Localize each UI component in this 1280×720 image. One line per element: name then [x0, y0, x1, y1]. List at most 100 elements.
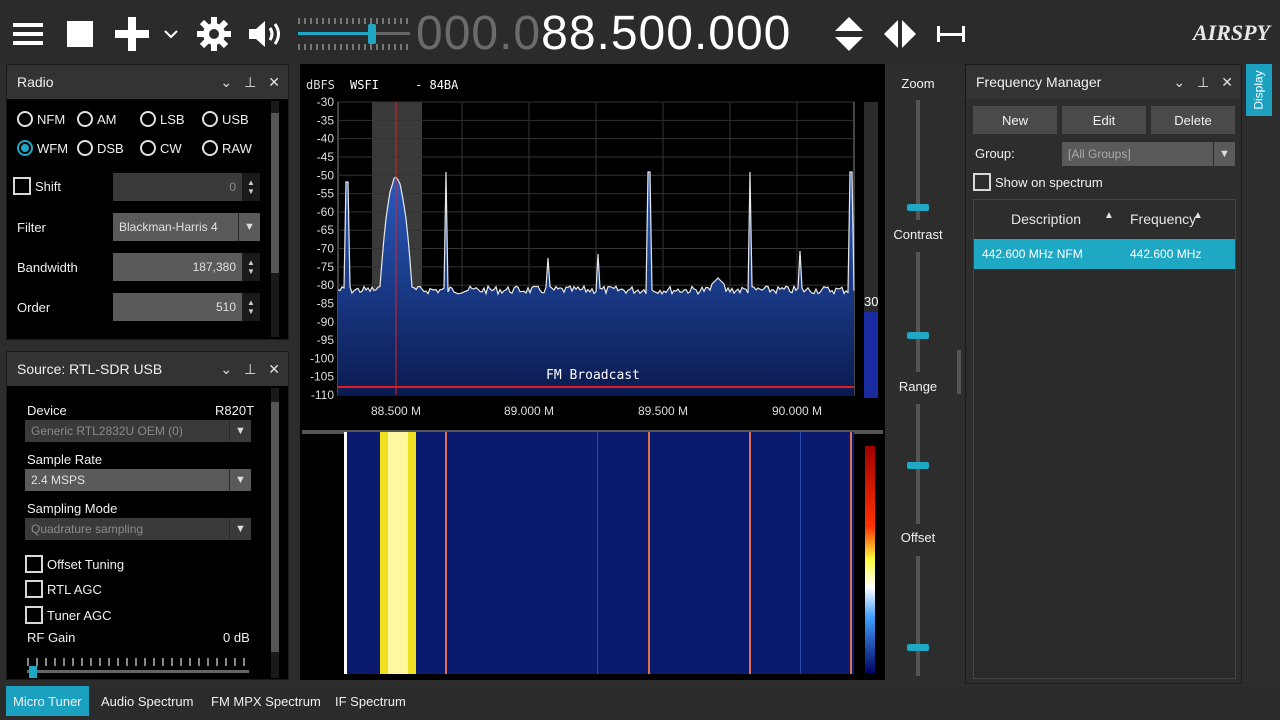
col-description[interactable]: Description — [1011, 211, 1081, 227]
pin-icon[interactable]: ⊥ — [244, 74, 256, 91]
chevron-down-icon[interactable]: ▼ — [238, 213, 260, 241]
chevron-down-icon[interactable]: ▼ — [229, 469, 251, 491]
radio-circle[interactable] — [140, 111, 156, 127]
mode-raw-radio[interactable]: RAW — [202, 140, 252, 156]
tuner-agc-box[interactable] — [25, 606, 43, 624]
radio-circle[interactable] — [140, 140, 156, 156]
offset-slider[interactable] — [905, 556, 931, 676]
sort-asc-icon[interactable]: ▲ — [1193, 210, 1203, 221]
chevron-down-icon[interactable]: ⌄ — [220, 74, 232, 91]
close-icon[interactable]: ✕ — [1221, 74, 1233, 91]
col-frequency[interactable]: Frequency — [1130, 211, 1196, 227]
order-input[interactable]: 510 ▲ ▼ — [113, 293, 260, 321]
level-readout: 30 — [864, 294, 879, 309]
mode-dsb-radio[interactable]: DSB — [77, 140, 124, 156]
radio-circle[interactable] — [17, 111, 33, 127]
rtl-agc-checkbox[interactable]: RTL AGC — [25, 580, 102, 598]
sample-rate-select[interactable]: 2.4 MSPS ▼ — [25, 469, 251, 491]
tuning-step-updown-icon[interactable] — [832, 12, 866, 56]
source-scrollbar[interactable] — [271, 388, 279, 678]
waterfall-plot[interactable] — [300, 432, 885, 678]
mode-nfm-radio[interactable]: NFM — [17, 111, 65, 127]
close-icon[interactable]: ✕ — [268, 361, 280, 378]
tab-audio-spectrum[interactable]: Audio Spectrum — [94, 686, 201, 716]
mode-usb-radio[interactable]: USB — [202, 111, 249, 127]
add-icon[interactable] — [114, 12, 150, 56]
zoom-slider[interactable] — [905, 100, 931, 220]
volume-slider[interactable] — [298, 18, 410, 50]
bandwidth-input[interactable]: 187,380 ▲ ▼ — [113, 253, 260, 281]
radio-circle[interactable] — [17, 140, 33, 156]
y-tick-label: -50 — [317, 168, 335, 182]
rtl-agc-box[interactable] — [25, 580, 43, 598]
filter-select[interactable]: Blackman-Harris 4 ▼ — [113, 213, 260, 241]
spectrum-display[interactable]: dBFS WSFI - 84BA -30 -35 -40 -45 -50 -55 -60 -6… — [300, 64, 885, 680]
table-row[interactable]: 442.600 MHz NFM 442.600 MHz — [974, 239, 1235, 269]
mode-lsb-radio[interactable]: LSB — [140, 111, 185, 127]
mode-cw-radio[interactable]: CW — [140, 140, 182, 156]
device-value: Generic RTL2832U OEM (0) — [31, 424, 183, 438]
tab-if-spectrum[interactable]: IF Spectrum — [328, 686, 413, 716]
bandwidth-spinner[interactable]: ▲ ▼ — [242, 253, 260, 281]
table-header: Description ▲ Frequency ▲ — [974, 200, 1235, 238]
new-button[interactable]: New — [973, 106, 1057, 134]
radio-circle[interactable] — [202, 111, 218, 127]
mode-wfm-radio[interactable]: WFM — [17, 140, 68, 156]
close-icon[interactable]: ✕ — [268, 74, 280, 91]
speaker-icon[interactable] — [246, 12, 286, 56]
chevron-down-icon[interactable]: ⌄ — [220, 361, 232, 378]
chevron-down-icon[interactable] — [162, 12, 180, 56]
shift-checkbox[interactable]: Shift — [13, 177, 61, 195]
sampling-mode-select[interactable]: Quadrature sampling ▼ — [25, 518, 251, 540]
rtl-agc-label: RTL AGC — [47, 581, 102, 597]
group-label: Group: — [975, 146, 1015, 161]
edit-button[interactable]: Edit — [1062, 106, 1146, 134]
delete-button[interactable]: Delete — [1151, 106, 1235, 134]
show-on-spectrum-checkbox[interactable]: Show on spectrum — [973, 173, 1103, 191]
shift-spinner[interactable]: ▲ ▼ — [242, 173, 260, 201]
radio-scrollbar[interactable] — [271, 101, 279, 337]
order-spinner[interactable]: ▲ ▼ — [242, 293, 260, 321]
offset-tuning-box[interactable] — [25, 555, 43, 573]
rf-gain-slider[interactable] — [27, 654, 249, 678]
device-select[interactable]: Generic RTL2832U OEM (0) ▼ — [25, 420, 251, 442]
snap-span-icon[interactable] — [934, 12, 968, 56]
frequency-display[interactable]: 000.088.500.000 — [416, 6, 791, 62]
stop-icon[interactable] — [66, 12, 94, 56]
waterfall-color-scale — [865, 446, 875, 674]
y-tick-label: -75 — [317, 260, 335, 274]
center-leftright-icon[interactable] — [880, 12, 920, 56]
device-label: Device — [27, 403, 67, 418]
offset-tuning-checkbox[interactable]: Offset Tuning — [25, 555, 124, 573]
carrier-trace — [850, 432, 852, 674]
radio-circle[interactable] — [202, 140, 218, 156]
chevron-down-icon[interactable]: ▼ — [229, 518, 251, 540]
group-select[interactable]: [All Groups] ▼ — [1062, 142, 1235, 166]
menu-icon[interactable] — [12, 12, 44, 56]
chevron-down-icon[interactable]: ▼ — [1213, 142, 1235, 166]
pin-icon[interactable]: ⊥ — [244, 361, 256, 378]
display-side-tab[interactable]: Display — [1246, 64, 1272, 116]
chevron-down-icon[interactable]: ▼ — [229, 420, 251, 442]
shift-input[interactable]: 0 ▲ ▼ — [113, 173, 260, 201]
y-tick-label: -55 — [317, 187, 335, 201]
gear-icon[interactable] — [196, 12, 232, 56]
mode-label: RAW — [222, 140, 252, 156]
range-slider[interactable] — [905, 404, 931, 524]
panel-splitter[interactable] — [957, 350, 961, 394]
tab-micro-tuner[interactable]: Micro Tuner — [6, 686, 89, 716]
y-tick-label: -85 — [317, 296, 335, 310]
contrast-slider[interactable] — [905, 252, 931, 372]
radio-circle[interactable] — [77, 140, 93, 156]
show-on-spectrum-box[interactable] — [973, 173, 991, 191]
radio-circle[interactable] — [77, 111, 93, 127]
frequency-leading-digits: 000.0 — [416, 7, 542, 60]
tuner-agc-checkbox[interactable]: Tuner AGC — [25, 606, 112, 624]
chevron-down-icon[interactable]: ⌄ — [1173, 74, 1185, 91]
shift-checkbox-box[interactable] — [13, 177, 31, 195]
sort-asc-icon[interactable]: ▲ — [1104, 210, 1114, 221]
tab-fm-mpx-spectrum[interactable]: FM MPX Spectrum — [204, 686, 328, 716]
pin-icon[interactable]: ⊥ — [1197, 74, 1209, 91]
y-tick-label: -70 — [317, 242, 335, 256]
mode-am-radio[interactable]: AM — [77, 111, 117, 127]
